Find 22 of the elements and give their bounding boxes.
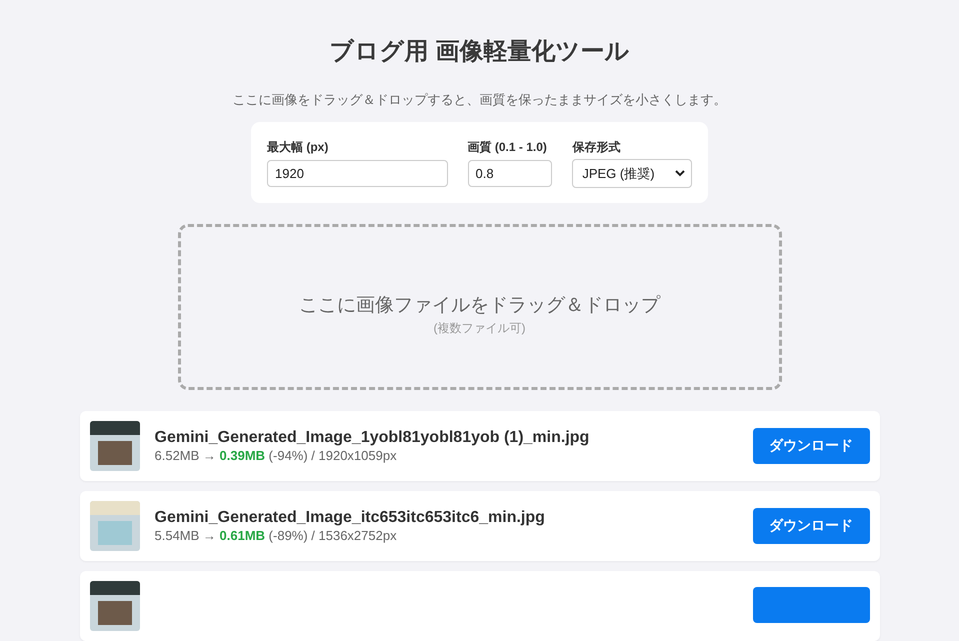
setting-label: 画質 (0.1 - 1.0) xyxy=(468,139,548,155)
input-field[interactable]: 0.8 xyxy=(468,160,552,187)
download-button[interactable]: ダウンロード xyxy=(752,428,870,464)
download-button[interactable]: ダウンロード xyxy=(752,508,870,544)
page-title: ブログ用 画像軽量化ツール xyxy=(330,37,630,67)
chevron-down-icon xyxy=(675,170,685,177)
file-name: Gemini_Generated_Image_itc653itc653itc6_min.jpg xyxy=(154,508,546,528)
drop-zone-text: ここに画像ファイルをドラッグ＆ドロップ xyxy=(299,294,660,318)
file-size-info: 6.52MB → 0.39MB (-94%) / 1920x1059px xyxy=(154,448,398,464)
drop-zone[interactable]: ここに画像ファイルをドラッグ＆ドロップ (複数ファイル可) xyxy=(178,224,782,390)
image-thumbnail xyxy=(90,501,140,551)
image-thumbnail xyxy=(90,581,140,631)
image-thumbnail xyxy=(90,421,140,471)
file-name: Gemini_Generated_Image_1yobl81yobl81yob (1)_min.jpg xyxy=(154,428,590,448)
download-button[interactable] xyxy=(752,587,870,623)
setting-label: 最大幅 (px) xyxy=(267,139,330,155)
setting-label: 保存形式 xyxy=(572,139,622,155)
format-dropdown[interactable]: JPEG (推奨) xyxy=(572,159,692,188)
file-size-info: 5.54MB → 0.61MB (-89%) / 1536x2752px xyxy=(154,528,398,544)
page-subtitle: ここに画像をドラッグ＆ドロップすると、画質を保ったままサイズを小さくします。 xyxy=(232,92,726,108)
input-field[interactable]: 1920 xyxy=(267,160,448,187)
drop-zone-note: (複数ファイル可) xyxy=(434,320,526,336)
